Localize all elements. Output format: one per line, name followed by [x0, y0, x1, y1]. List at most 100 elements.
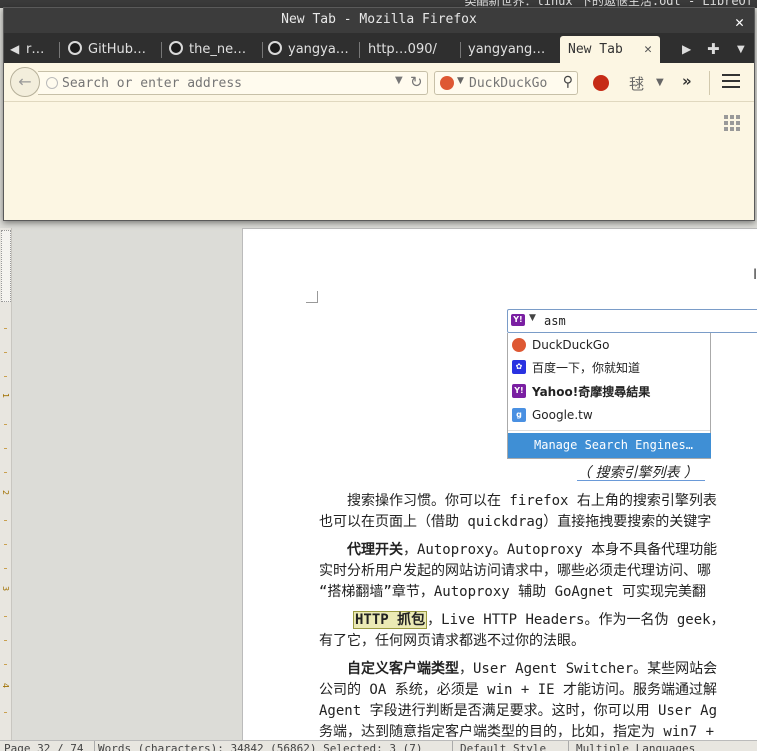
engine-dropdown-icon[interactable]: ▼ — [457, 76, 464, 86]
engine-label: DuckDuckGo — [532, 338, 610, 352]
paragraph-line: 代理开关，Autoproxy。Autoproxy 本身不具备代理功能 — [319, 542, 718, 558]
tab[interactable]: yangyang… — [462, 36, 558, 63]
tab-new-tab[interactable]: New Tab ✕ — [560, 36, 660, 64]
github-icon — [268, 41, 282, 55]
new-tab-page — [4, 101, 754, 220]
close-icon[interactable]: ✕ — [735, 10, 744, 34]
page-corner-mark — [306, 291, 318, 303]
reload-icon[interactable]: ↻ — [410, 73, 423, 91]
ruler-number: 2 — [1, 490, 10, 496]
tab[interactable]: GitHub… — [62, 36, 158, 63]
overflow-chevron-icon[interactable]: » — [682, 72, 692, 90]
divider — [460, 42, 461, 58]
status-bar: Page 32 / 74 Words (characters): 34842 (… — [0, 740, 757, 751]
globe-icon — [46, 77, 58, 89]
text-cursor-icon: I — [753, 267, 757, 283]
list-all-tabs-icon[interactable]: ▼ — [737, 36, 745, 63]
close-tab-icon[interactable]: ✕ — [644, 36, 652, 63]
search-icon[interactable]: ⚲ — [563, 74, 573, 90]
firefox-titlebar: New Tab - Mozilla Firefox ✕ — [4, 8, 754, 33]
ruler-tick — [4, 640, 7, 641]
figure-caption: （ 搜索引擎列表 ） — [577, 465, 698, 481]
ruler-tick — [4, 376, 7, 377]
divider — [94, 741, 95, 751]
tab-bar: ◀ r… GitHub… the_ne… yangya… http…090/ y… — [4, 33, 754, 64]
hamburger-menu-icon[interactable] — [722, 74, 740, 88]
back-button[interactable]: ← — [10, 67, 40, 97]
ruler-tick — [4, 616, 7, 617]
search-bar[interactable]: ▼ ⚲ — [434, 71, 578, 95]
page-count[interactable]: Page 32 / 74 — [4, 742, 83, 751]
new-tab-icon[interactable]: ✚ — [707, 36, 720, 63]
embedded-search-query: asm — [544, 314, 566, 328]
paragraph-line: 自定义客户端类型，User Agent Switcher。某些网站会 — [319, 661, 718, 677]
window-title: New Tab - Mozilla Firefox — [281, 12, 477, 27]
page-style[interactable]: Default Style — [460, 742, 546, 751]
caption-underline — [577, 480, 705, 481]
paragraph-line: 实时分析用户发起的网站访问请求中，哪些必须走代理访问、哪 — [319, 563, 711, 579]
paragraph-line: 也可以在页面上（借助 quickdrag）直接拖拽要搜索的关键字 — [319, 514, 712, 530]
history-dropdown-icon[interactable]: ▼ — [395, 75, 403, 86]
ruler-number: 3 — [1, 586, 10, 592]
back-arrow-icon: ← — [18, 72, 32, 91]
tab[interactable]: r… — [20, 36, 56, 63]
duckduckgo-icon[interactable] — [440, 76, 454, 90]
ruler-tick — [4, 544, 7, 545]
url-input[interactable] — [62, 74, 382, 92]
language-status[interactable]: Multiple Languages — [576, 742, 695, 751]
document-page[interactable]: I Y! ▼ asm DuckDuckGo ✿ 百度一下，你就知道 Y! Yah… — [242, 228, 757, 748]
scroll-tabs-right-icon[interactable]: ▶ — [682, 36, 691, 63]
paragraph-line: 有了它，任何网页请求都逃不过你的法眼。 — [319, 633, 585, 649]
ruler-tick — [4, 352, 7, 353]
engine-item: ✿ 百度一下，你就知道 — [512, 356, 640, 378]
embedded-search-box: Y! ▼ asm — [507, 309, 757, 333]
search-input[interactable] — [469, 75, 559, 92]
engine-label: Yahoo!奇摩搜尋結果 — [532, 384, 651, 399]
divider — [709, 71, 710, 95]
bold-term: 自定义客户端类型 — [319, 661, 459, 677]
divider — [452, 741, 453, 751]
extension-icon[interactable] — [593, 75, 609, 91]
yahoo-icon: Y! — [512, 384, 526, 398]
tab[interactable]: the_ne… — [163, 36, 259, 63]
embedded-search-engine-list: DuckDuckGo ✿ 百度一下，你就知道 Y! Yahoo!奇摩搜尋結果 g… — [507, 333, 711, 459]
paragraph-line: HTTP 抓包 ，Live HTTP Headers。作为一名伪 geek， — [353, 611, 725, 629]
ruler-margin — [1, 230, 11, 302]
yahoo-icon: Y! — [511, 314, 525, 326]
github-icon — [169, 41, 183, 55]
google-icon: g — [512, 408, 526, 422]
url-bar[interactable]: ▼ ↻ — [38, 71, 428, 95]
ruler-tick — [4, 472, 7, 473]
divider — [59, 42, 60, 58]
engine-item: Y! Yahoo!奇摩搜尋結果 — [512, 380, 650, 402]
vertical-ruler: 1 2 3 4 — [0, 228, 12, 743]
highlighted-term: HTTP 抓包 — [353, 611, 428, 629]
tab[interactable]: yangya… — [262, 36, 358, 63]
paragraph-line: 公司的 OA 系统，必须是 win + IE 才能访问。服务端通过解 — [319, 682, 718, 698]
translate-icon[interactable]: 毬 — [629, 73, 644, 94]
ruler-number: 4 — [1, 683, 10, 689]
chevron-down-icon[interactable]: ▼ — [656, 77, 664, 88]
ruler-tick — [4, 328, 7, 329]
divider — [359, 42, 360, 58]
scroll-tabs-left-icon[interactable]: ◀ — [10, 36, 19, 63]
tab[interactable]: http…090/ — [362, 36, 458, 63]
word-count[interactable]: Words (characters): 34842 (56862) Select… — [98, 742, 423, 751]
paragraph-line: Agent 字段进行判断是否满足要求。这时，你可以用 User Ag — [319, 703, 718, 719]
ruler-tick — [4, 664, 7, 665]
dropdown-arrow-icon: ▼ — [529, 313, 536, 323]
navigation-toolbar: ▼ ↻ ← ▼ ⚲ 毬 ▼ » — [4, 63, 754, 101]
ruler-tick — [4, 424, 7, 425]
firefox-window: New Tab - Mozilla Firefox ✕ ◀ r… GitHub…… — [3, 7, 755, 221]
engine-item: g Google.tw — [512, 404, 593, 426]
engine-label: 百度一下，你就知道 — [532, 360, 641, 375]
ruler-tick — [4, 568, 7, 569]
divider — [161, 42, 162, 58]
ruler-tick — [4, 448, 7, 449]
ruler-tick — [4, 520, 7, 521]
divider — [508, 430, 710, 431]
grid-icon[interactable] — [724, 115, 740, 131]
ruler-tick — [4, 712, 7, 713]
divider — [568, 741, 569, 751]
github-icon — [68, 41, 82, 55]
